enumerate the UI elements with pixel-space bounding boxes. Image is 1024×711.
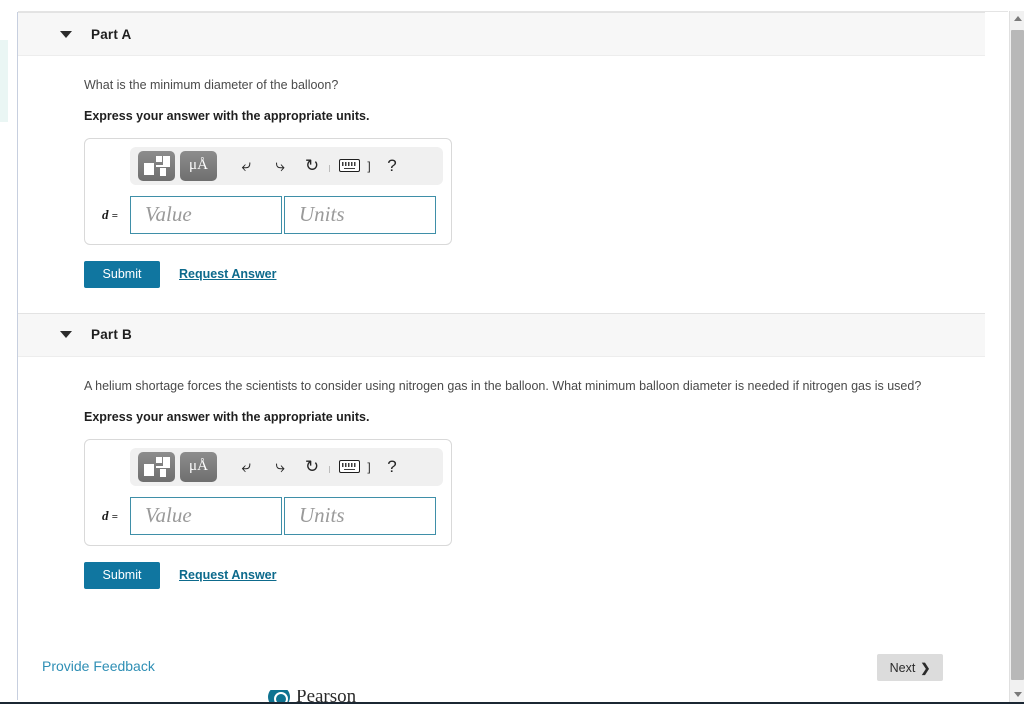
part-a-answer-box: μÅ ⤶ ⤷ ↻ ] ? d = Value Units [84,137,452,245]
part-a-value-input[interactable]: Value [130,195,282,234]
bracket-icon: ] [367,158,371,173]
provide-feedback-link[interactable]: Provide Feedback [42,658,155,674]
units-icon[interactable]: μÅ [180,150,217,181]
part-b-header[interactable]: Part B [18,312,985,357]
toolbar-separator [329,165,330,173]
part-a-body: What is the minimum diameter of the ball… [18,76,1008,313]
redo-icon[interactable]: ⤷ [263,457,297,477]
caret-down-icon[interactable] [60,331,72,339]
part-a-spacer [84,288,978,313]
reset-icon[interactable]: ↻ [297,156,327,176]
part-a-express-instruction: Express your answer with the appropriate… [84,108,370,123]
help-icon[interactable]: ? [380,156,404,176]
part-a-header[interactable]: Part A [18,12,985,56]
part-a-submit-button[interactable]: Submit [84,260,160,288]
scrollbar-thumb[interactable] [1011,30,1024,680]
part-a-input-row: d = Value Units [94,195,442,234]
part-a-request-answer-link[interactable]: Request Answer [179,267,276,281]
keyboard-icon[interactable] [333,460,365,473]
part-b-submit-button[interactable]: Submit [84,561,160,589]
part-a-title: Part A [91,26,132,42]
part-section-b: Part B A helium shortage forces the scie… [18,312,1008,589]
left-panel-fragment [0,40,8,122]
part-b-question: A helium shortage forces the scientists … [84,378,922,393]
undo-icon[interactable]: ⤶ [229,457,263,477]
part-b-toolbar: μÅ ⤶ ⤷ ↻ ] ? [130,447,443,486]
reset-icon[interactable]: ↻ [297,457,327,477]
part-b-units-input[interactable]: Units [284,496,436,535]
next-button-label: Next [889,660,916,675]
scroll-up-arrow-icon[interactable] [1010,11,1024,26]
scroll-down-arrow-icon[interactable] [1010,687,1024,702]
part-a-toolbar: μÅ ⤶ ⤷ ↻ ] ? [130,146,443,185]
next-button[interactable]: Next ❯ [877,654,943,681]
caret-down-icon[interactable] [60,30,72,38]
bracket-icon: ] [367,459,371,474]
part-b-body: A helium shortage forces the scientists … [18,377,1008,589]
assignment-content: Part A What is the minimum diameter of t… [18,12,1008,702]
redo-icon[interactable]: ⤷ [263,156,297,176]
toolbar-separator [329,466,330,473]
template-icon[interactable] [138,150,175,181]
part-b-title: Part B [91,327,132,343]
footer: Provide Feedback Next ❯ [18,645,1008,691]
part-b-submit-row: Submit Request Answer [84,561,978,589]
part-section-a: Part A What is the minimum diameter of t… [18,12,1008,313]
part-a-units-input[interactable]: Units [284,195,436,234]
vertical-scrollbar[interactable] [1009,11,1024,702]
page-root: Part A What is the minimum diameter of t… [0,0,1024,711]
part-a-submit-row: Submit Request Answer [84,260,978,288]
part-b-value-input[interactable]: Value [130,496,282,535]
keyboard-icon[interactable] [333,159,365,173]
undo-icon[interactable]: ⤶ [229,156,263,176]
bottom-border [0,702,1024,704]
part-a-variable-label: d = [102,206,119,222]
part-b-request-answer-link[interactable]: Request Answer [179,568,276,582]
units-icon[interactable]: μÅ [180,451,217,482]
part-b-input-row: d = Value Units [94,496,442,535]
part-b-answer-box: μÅ ⤶ ⤷ ↻ ] ? d = Value Units [84,438,452,546]
part-a-question: What is the minimum diameter of the ball… [84,78,339,92]
help-icon[interactable]: ? [380,457,404,477]
part-b-express-instruction: Express your answer with the appropriate… [84,409,370,424]
template-icon[interactable] [138,451,175,482]
chevron-right-icon: ❯ [920,660,931,675]
part-b-variable-label: d = [102,507,119,523]
